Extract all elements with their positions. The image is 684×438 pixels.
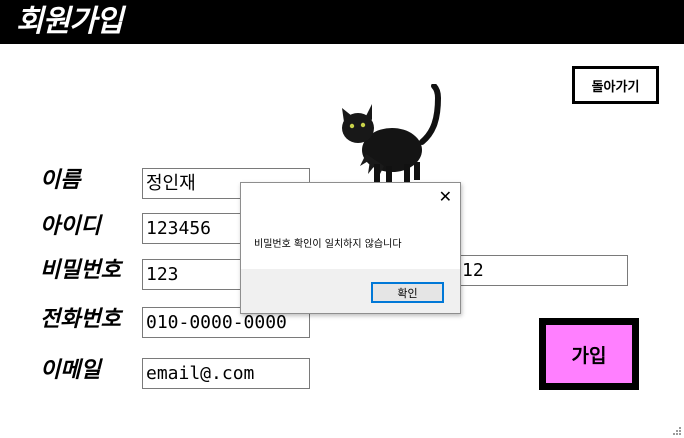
dialog-message: 비밀번호 확인이 일치하지 않습니다: [254, 239, 402, 250]
password-label: 비밀번호: [40, 258, 121, 283]
black-cat-image: [342, 84, 442, 182]
ok-button[interactable]: 확인: [371, 282, 444, 303]
id-label: 아이디: [40, 214, 101, 239]
alert-dialog: ✕ 비밀번호 확인이 일치하지 않습니다 확인: [240, 182, 461, 314]
password-confirm-field[interactable]: 12: [458, 255, 628, 286]
join-button[interactable]: 가입: [539, 318, 639, 390]
name-label: 이름: [40, 168, 81, 193]
email-field[interactable]: email@.com: [142, 358, 310, 389]
phone-label: 전화번호: [40, 307, 121, 332]
page-title: 회원가입: [16, 4, 123, 39]
dialog-footer: 확인: [241, 269, 460, 313]
resize-grip-icon[interactable]: [672, 426, 682, 436]
back-button[interactable]: 돌아가기: [572, 66, 659, 104]
join-button-label: 가입: [546, 325, 632, 383]
header-bar: 회원가입: [0, 0, 684, 44]
email-label: 이메일: [40, 358, 101, 383]
close-icon[interactable]: ✕: [439, 187, 452, 207]
